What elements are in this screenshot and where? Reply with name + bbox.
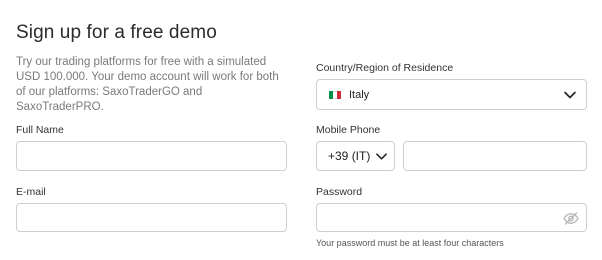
eye-slash-icon[interactable] (563, 212, 579, 225)
country-label: Country/Region of Residence (316, 62, 454, 74)
full-name-label: Full Name (16, 124, 64, 136)
email-label: E-mail (16, 186, 46, 198)
full-name-input[interactable] (16, 141, 287, 171)
italy-flag-icon (329, 90, 341, 99)
phone-country-code-select[interactable]: +39 (IT) (316, 141, 395, 171)
page-title: Sign up for a free demo (16, 22, 217, 43)
phone-country-code-value: +39 (IT) (328, 149, 371, 163)
mobile-phone-label: Mobile Phone (316, 124, 381, 136)
password-hint: Your password must be at least four char… (316, 238, 504, 248)
chevron-down-icon[interactable] (375, 150, 388, 163)
chevron-down-icon[interactable] (563, 88, 577, 102)
intro-text: Try our trading platforms for free with … (16, 56, 279, 113)
email-input[interactable] (16, 203, 287, 232)
country-selected-value: Italy (349, 88, 370, 101)
password-label: Password (316, 186, 363, 198)
password-field[interactable] (316, 203, 587, 232)
mobile-phone-input[interactable] (403, 141, 587, 171)
country-select[interactable]: Italy (316, 79, 587, 110)
